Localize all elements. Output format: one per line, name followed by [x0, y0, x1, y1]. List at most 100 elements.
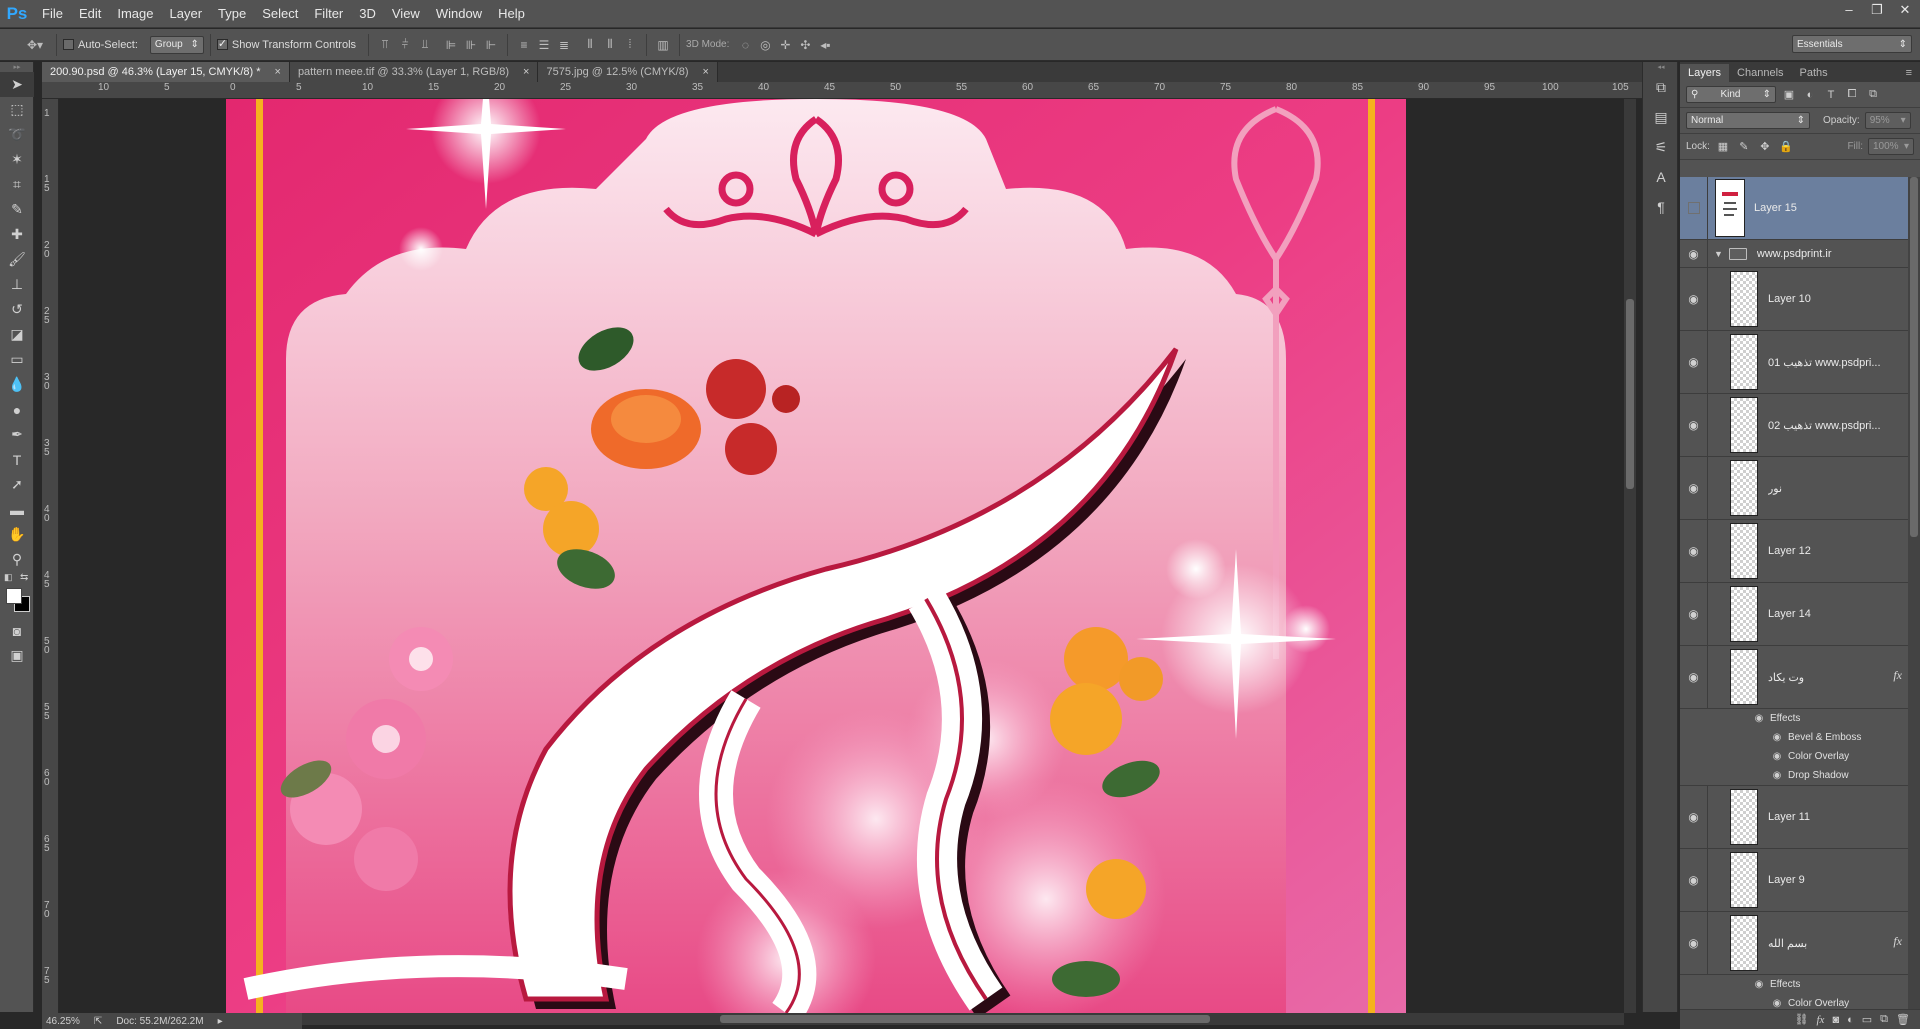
panel-menu-icon[interactable]: ≡ [1898, 64, 1920, 82]
layer-row-layer14[interactable]: ◉ Layer 14 [1680, 583, 1908, 646]
lock-position-icon[interactable]: ✥ [1757, 139, 1773, 155]
effect-color-overlay-row[interactable]: ◉ Color Overlay [1680, 747, 1908, 766]
eye-icon[interactable]: ◉ [1680, 394, 1708, 456]
menu-filter[interactable]: Filter [306, 0, 351, 28]
workspace-dropdown[interactable]: Essentials ⇕ [1792, 35, 1912, 53]
layer-name[interactable]: Layer 11 [1768, 811, 1908, 823]
layer-row-noor[interactable]: ◉ نور [1680, 457, 1908, 520]
layer-name[interactable]: Layer 10 [1768, 293, 1908, 305]
brush-tool-icon[interactable]: 🖌 [0, 247, 34, 272]
distribute-vcenter-icon[interactable]: ☰ [534, 35, 554, 55]
blend-mode-dropdown[interactable]: Normal ⇕ [1686, 112, 1810, 129]
effect-bevel-row[interactable]: ◉ Bevel & Emboss [1680, 728, 1908, 747]
swap-colors-icon[interactable]: ⇆ [20, 572, 28, 583]
smart-object-filter-icon[interactable]: ⧉ [1865, 87, 1881, 103]
eye-icon[interactable]: ◉ [1680, 268, 1708, 330]
menu-layer[interactable]: Layer [162, 0, 211, 28]
pixel-filter-icon[interactable]: ▣ [1781, 87, 1797, 103]
3d-roll-icon[interactable]: ◎ [755, 35, 775, 55]
zoom-level[interactable]: 46.25% [46, 1016, 80, 1027]
effect-color-overlay-row[interactable]: ◉ Color Overlay [1680, 994, 1908, 1009]
layer-row-layer11[interactable]: ◉ Layer 11 [1680, 786, 1908, 849]
distribute-left-icon[interactable]: ⦀ [580, 35, 600, 55]
close-icon[interactable]: × [275, 66, 281, 78]
add-style-icon[interactable]: fx [1817, 1014, 1825, 1026]
effects-row[interactable]: ◉ Effects [1680, 975, 1908, 994]
eye-icon[interactable]: ◉ [1680, 520, 1708, 582]
eye-icon[interactable]: ◉ [1680, 912, 1708, 974]
3d-scale-icon[interactable]: ◂▪ [815, 35, 835, 55]
menu-3d[interactable]: 3D [351, 0, 384, 28]
close-icon[interactable]: × [523, 66, 529, 78]
minimize-icon[interactable]: – [1842, 3, 1856, 17]
adjustment-filter-icon[interactable]: ◐ [1802, 87, 1818, 103]
menu-help[interactable]: Help [490, 0, 533, 28]
layers-scrollbar[interactable] [1908, 177, 1920, 1009]
menu-image[interactable]: Image [109, 0, 161, 28]
doc-tab[interactable]: 200.90.psd @ 46.3% (Layer 15, CMYK/8) * … [42, 62, 290, 82]
menu-view[interactable]: View [384, 0, 428, 28]
layer-effects-icon[interactable]: fx [1893, 668, 1902, 683]
effects-row[interactable]: ◉ Effects [1680, 709, 1908, 728]
delete-layer-icon[interactable]: 🗑 [1896, 1013, 1910, 1026]
shape-filter-icon[interactable]: ⧠ [1844, 87, 1860, 103]
layer-name[interactable]: Layer 12 [1768, 545, 1908, 557]
canvas-area[interactable] [59, 99, 1624, 1013]
layer-name[interactable]: Layer 9 [1768, 874, 1908, 886]
scrollbar-thumb[interactable] [720, 1015, 1210, 1023]
align-right-icon[interactable]: ⊩ [481, 35, 501, 55]
doc-tab[interactable]: pattern meee.tif @ 33.3% (Layer 1, RGB/8… [289, 62, 539, 82]
distribute-top-icon[interactable]: ≡ [514, 35, 534, 55]
menu-edit[interactable]: Edit [71, 0, 109, 28]
auto-align-icon[interactable]: ▥ [653, 35, 673, 55]
tab-layers[interactable]: Layers [1680, 64, 1730, 82]
zoom-tool-icon[interactable]: ⚲ [0, 547, 34, 572]
layer-name[interactable]: 01 تذهيب www.psdpri... [1768, 356, 1908, 369]
eye-icon[interactable]: ◉ [1680, 457, 1708, 519]
layer-name[interactable]: وت يكاد [1768, 671, 1908, 684]
distribute-right-icon[interactable]: ⦙ [620, 35, 640, 55]
rectangle-tool-icon[interactable]: ▬ [0, 497, 34, 522]
lasso-tool-icon[interactable]: ➰ [0, 122, 34, 147]
layer-name[interactable]: 02 تذهيب www.psdpri... [1768, 419, 1908, 432]
opacity-field[interactable]: 95% ▾ [1864, 112, 1911, 129]
default-colors-icon[interactable]: ◧ [4, 572, 13, 583]
menu-window[interactable]: Window [428, 0, 490, 28]
align-bottom-icon[interactable]: ⫫ [415, 35, 435, 55]
layer-row-layer9[interactable]: ◉ Layer 9 [1680, 849, 1908, 912]
pen-tool-icon[interactable]: ✒ [0, 422, 34, 447]
export-icon[interactable]: ⇱ [94, 1016, 102, 1027]
eyedropper-tool-icon[interactable]: ✎ [0, 197, 34, 222]
eye-icon[interactable]: ◉ [1680, 646, 1708, 708]
move-tool-icon[interactable]: ➤ [0, 72, 34, 97]
tab-channels[interactable]: Channels [1729, 64, 1791, 82]
eye-icon[interactable]: ◉ [1680, 240, 1708, 267]
eye-icon[interactable]: ◉ [1680, 583, 1708, 645]
eye-icon[interactable]: ◉ [1770, 751, 1784, 762]
transform-check-icon[interactable] [216, 37, 228, 50]
layer-name[interactable]: Layer 14 [1768, 608, 1908, 620]
eraser-tool-icon[interactable]: ◪ [0, 322, 34, 347]
3d-orbit-icon[interactable]: ◌ [735, 35, 755, 55]
hand-tool-icon[interactable]: ✋ [0, 522, 34, 547]
align-top-icon[interactable]: ⫪ [375, 35, 395, 55]
menu-type[interactable]: Type [210, 0, 254, 28]
eye-icon[interactable]: ◉ [1680, 786, 1708, 848]
eye-icon[interactable]: ◉ [1770, 732, 1784, 743]
move-tool-preset-icon[interactable]: ✥▾ [20, 35, 50, 55]
magic-wand-tool-icon[interactable]: ✶ [0, 147, 34, 172]
dodge-tool-icon[interactable]: ● [0, 397, 34, 422]
marquee-tool-icon[interactable]: ⬚ [0, 97, 34, 122]
history-brush-tool-icon[interactable]: ↺ [0, 297, 34, 322]
layer-name[interactable]: www.psdprint.ir [1757, 248, 1908, 260]
layer-row-bismillah[interactable]: ◉ بسم الله fx [1680, 912, 1908, 975]
type-tool-icon[interactable]: T [0, 447, 34, 472]
new-adjustment-icon[interactable]: ◐ [1847, 1014, 1854, 1026]
layer-row-layer12[interactable]: ◉ Layer 12 [1680, 520, 1908, 583]
history-panel-icon[interactable]: ⧉ [1643, 72, 1679, 102]
foreground-color-swatch[interactable] [6, 588, 22, 604]
document-artwork[interactable] [226, 99, 1406, 1013]
paragraph-panel-icon[interactable]: ¶ [1643, 192, 1679, 222]
add-mask-icon[interactable]: ◙ [1832, 1014, 1839, 1026]
doc-tab[interactable]: 7575.jpg @ 12.5% (CMYK/8) × [538, 62, 718, 82]
